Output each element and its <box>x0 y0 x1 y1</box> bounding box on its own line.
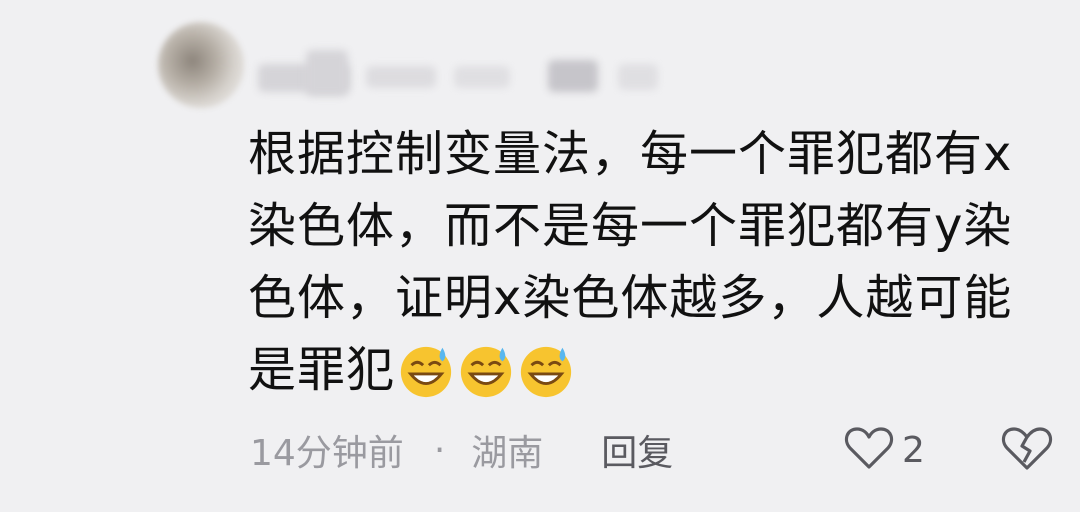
comment-time: 14分钟前 <box>250 433 404 474</box>
dislike-button[interactable] <box>1000 420 1054 480</box>
comment-body: 根据控制变量法，每一个罪犯都有x染色体，而不是每一个罪犯都有y染色体，证明x染色… <box>248 126 1013 398</box>
comment-location: 湖南 <box>471 433 544 474</box>
avatar[interactable] <box>158 22 244 108</box>
comment-text: 根据控制变量法，每一个罪犯都有x染色体，而不是每一个罪犯都有y染色体，证明x染色… <box>248 118 1048 420</box>
comment-item: 根据控制变量法，每一个罪犯都有x染色体，而不是每一个罪犯都有y染色体，证明x染色… <box>0 0 1080 512</box>
comment-meta: 14分钟前 · 湖南 回复 <box>250 420 673 480</box>
grinning-sweat-emoji <box>457 342 515 420</box>
like-count: 2 <box>902 429 925 471</box>
broken-heart-icon[interactable] <box>1000 424 1054 476</box>
grinning-sweat-emoji <box>397 342 455 420</box>
meta-separator: · <box>433 429 446 471</box>
grinning-sweat-emoji <box>517 342 575 420</box>
reply-button[interactable]: 回复 <box>601 424 673 476</box>
like-button[interactable]: 2 <box>844 420 925 480</box>
username-blurred[interactable] <box>258 50 678 98</box>
heart-icon[interactable] <box>844 425 894 475</box>
